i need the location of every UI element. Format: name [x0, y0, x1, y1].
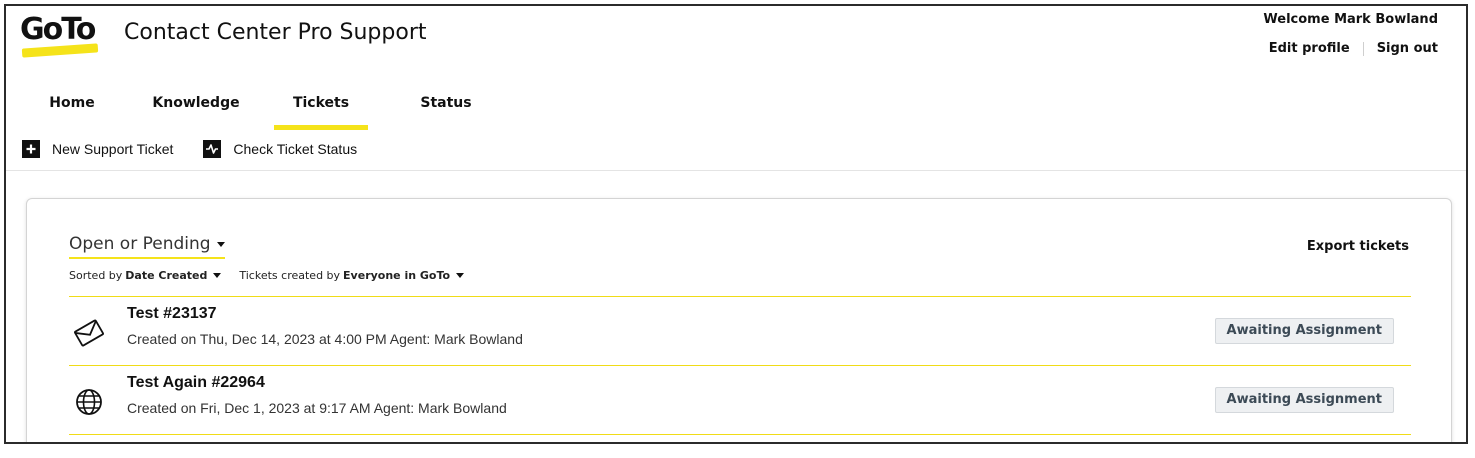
- app-window: GoTo Contact Center Pro Support Welcome …: [4, 4, 1468, 444]
- nav-tab-tickets[interactable]: Tickets: [274, 92, 368, 130]
- chevron-down-icon: [456, 273, 465, 278]
- check-ticket-status-label: Check Ticket Status: [233, 141, 358, 157]
- sort-controls: Sorted by Date Created Tickets created b…: [69, 269, 482, 282]
- export-tickets-link[interactable]: Export tickets: [1307, 239, 1409, 254]
- envelope-icon: [73, 317, 105, 349]
- ticket-title[interactable]: Test #23137: [127, 305, 217, 323]
- globe-icon: [73, 386, 105, 418]
- logo-text: GoTo: [20, 12, 96, 47]
- pulse-icon: [203, 140, 222, 158]
- sort-by-value: Date Created: [125, 269, 208, 282]
- check-ticket-status-button[interactable]: Check Ticket Status: [203, 140, 357, 158]
- user-links: Edit profile Sign out: [1269, 41, 1438, 56]
- link-separator: [1362, 41, 1364, 56]
- tickets-card: Open or Pending Sorted by Date Created T…: [26, 198, 1452, 442]
- sort-by-prefix: Sorted by: [69, 269, 123, 282]
- ticket-meta: Created on Fri, Dec 1, 2023 at 9:17 AM A…: [127, 400, 507, 416]
- edit-profile-link[interactable]: Edit profile: [1269, 41, 1350, 56]
- status-badge: Awaiting Assignment: [1214, 387, 1394, 413]
- site-title: Contact Center Pro Support: [124, 20, 427, 45]
- new-support-ticket-label: New Support Ticket: [52, 141, 174, 157]
- status-filter-dropdown[interactable]: Open or Pending: [69, 234, 225, 259]
- new-support-ticket-button[interactable]: New Support Ticket: [22, 140, 173, 158]
- ticket-title[interactable]: Test Again #22964: [127, 374, 265, 392]
- header-divider: [6, 170, 1466, 171]
- status-filter-label: Open or Pending: [69, 234, 211, 254]
- ticket-row[interactable]: Test #23137 Created on Thu, Dec 14, 2023…: [69, 297, 1411, 366]
- nav-tab-status[interactable]: Status: [416, 92, 476, 130]
- sort-by-dropdown[interactable]: Sorted by Date Created: [69, 269, 222, 282]
- status-badge: Awaiting Assignment: [1214, 318, 1394, 344]
- nav-tab-home[interactable]: Home: [44, 92, 100, 130]
- chevron-down-icon: [216, 241, 225, 247]
- ticket-row[interactable]: Test Again #22964 Created on Fri, Dec 1,…: [69, 366, 1411, 435]
- welcome-message: Welcome Mark Bowland: [1263, 12, 1438, 27]
- ticket-list: Test #23137 Created on Thu, Dec 14, 2023…: [69, 296, 1411, 435]
- created-by-dropdown[interactable]: Tickets created by Everyone in GoTo: [239, 269, 465, 282]
- main-nav: Home Knowledge Tickets Status: [6, 92, 506, 132]
- nav-tab-knowledge[interactable]: Knowledge: [152, 92, 240, 130]
- created-by-prefix: Tickets created by: [239, 269, 341, 282]
- plus-icon: [22, 140, 40, 158]
- chevron-down-icon: [213, 273, 222, 278]
- created-by-value: Everyone in GoTo: [343, 269, 451, 282]
- goto-logo[interactable]: GoTo: [20, 10, 104, 60]
- ticket-meta: Created on Thu, Dec 14, 2023 at 4:00 PM …: [127, 331, 523, 347]
- ticket-actions: New Support Ticket Check Ticket Status: [22, 140, 387, 158]
- sign-out-link[interactable]: Sign out: [1377, 41, 1438, 56]
